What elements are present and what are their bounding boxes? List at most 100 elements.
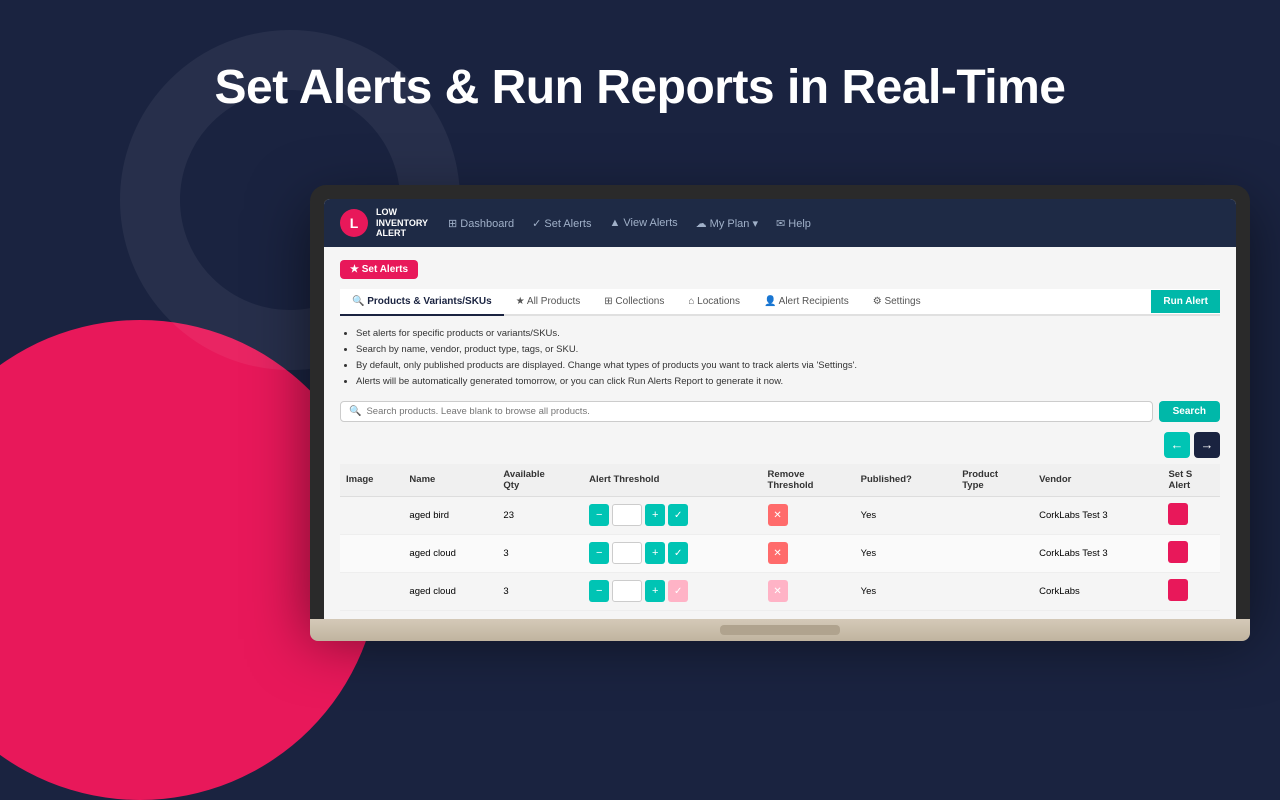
- cell-name: aged cloud: [403, 572, 497, 610]
- confirm-button[interactable]: ✓: [668, 504, 688, 526]
- search-row: 🔍 Search: [340, 401, 1220, 422]
- cell-qty: 3: [497, 534, 583, 572]
- nav-help[interactable]: ✉ Help: [776, 217, 811, 230]
- cell-vendor: CorkLabs Test 3: [1033, 534, 1162, 572]
- set-alert-button[interactable]: [1168, 541, 1188, 563]
- cell-threshold: − + ✓: [583, 534, 761, 572]
- remove-threshold-button[interactable]: ✕: [768, 504, 788, 526]
- cell-image: [340, 572, 403, 610]
- laptop-mockup: L LOW INVENTORY ALERT ⊞ Dashboard ✓ Set …: [310, 185, 1250, 720]
- tab-settings[interactable]: ⚙ Settings: [861, 289, 933, 316]
- set-alerts-badge: ★ Set Alerts: [340, 260, 418, 279]
- threshold-input[interactable]: [612, 504, 642, 526]
- pagination-row: ← →: [340, 432, 1220, 458]
- cell-product-type: [956, 496, 1033, 534]
- run-alerts-button[interactable]: Run Alert: [1151, 290, 1220, 313]
- nav-my-plan[interactable]: ☁ My Plan ▾: [696, 217, 758, 230]
- cell-image: [340, 496, 403, 534]
- cell-published: Yes: [855, 534, 957, 572]
- increment-button[interactable]: +: [645, 580, 665, 602]
- set-alert-button[interactable]: [1168, 503, 1188, 525]
- decrement-button[interactable]: −: [589, 504, 609, 526]
- col-published: Published?: [855, 464, 957, 497]
- col-remove-threshold: RemoveThreshold: [762, 464, 855, 497]
- app-logo: L LOW INVENTORY ALERT: [340, 207, 428, 239]
- col-set-alert: Set SAlert: [1162, 464, 1220, 497]
- search-input[interactable]: [366, 406, 1143, 417]
- cell-vendor: CorkLabs Test 3: [1033, 496, 1162, 534]
- threshold-input[interactable]: [612, 542, 642, 564]
- threshold-control: − + ✓: [589, 504, 755, 526]
- remove-threshold-button[interactable]: ✕: [768, 580, 788, 602]
- cell-product-type: [956, 534, 1033, 572]
- cell-set-alert: [1162, 534, 1220, 572]
- tab-alert-recipients[interactable]: 👤 Alert Recipients: [752, 289, 861, 316]
- decrement-button[interactable]: −: [589, 542, 609, 564]
- cell-published: Yes: [855, 572, 957, 610]
- decrement-button[interactable]: −: [589, 580, 609, 602]
- cell-name: aged cloud: [403, 534, 497, 572]
- info-bullet-4: Alerts will be automatically generated t…: [356, 374, 1220, 390]
- table-row: aged cloud 3 − + ✓: [340, 572, 1220, 610]
- app-content: ★ Set Alerts 🔍 Products & Variants/SKUs …: [324, 247, 1236, 619]
- cell-image: [340, 534, 403, 572]
- threshold-input[interactable]: [612, 580, 642, 602]
- info-bullet-2: Search by name, vendor, product type, ta…: [356, 342, 1220, 358]
- col-vendor: Vendor: [1033, 464, 1162, 497]
- nav-items: ⊞ Dashboard ✓ Set Alerts ▲ View Alerts ☁…: [448, 217, 1220, 230]
- cell-name: aged bird: [403, 496, 497, 534]
- col-product-type: ProductType: [956, 464, 1033, 497]
- table-row: aged bird 23 − + ✓: [340, 496, 1220, 534]
- confirm-button[interactable]: ✓: [668, 580, 688, 602]
- increment-button[interactable]: +: [645, 504, 665, 526]
- tab-collections[interactable]: ⊞ Collections: [592, 289, 676, 316]
- app-navbar: L LOW INVENTORY ALERT ⊞ Dashboard ✓ Set …: [324, 199, 1236, 247]
- threshold-control: − + ✓: [589, 542, 755, 564]
- table-row: aged cloud 3 − + ✓: [340, 534, 1220, 572]
- nav-set-alerts[interactable]: ✓ Set Alerts: [532, 217, 591, 230]
- cell-threshold: − + ✓: [583, 572, 761, 610]
- next-page-button[interactable]: →: [1194, 432, 1220, 458]
- prev-page-button[interactable]: ←: [1164, 432, 1190, 458]
- tab-locations[interactable]: ⌂ Locations: [676, 289, 752, 316]
- info-bullets: Set alerts for specific products or vari…: [340, 326, 1220, 391]
- logo-icon: L: [340, 209, 368, 237]
- info-bullet-1: Set alerts for specific products or vari…: [356, 326, 1220, 342]
- search-icon: 🔍: [349, 406, 361, 417]
- cell-published: Yes: [855, 496, 957, 534]
- cell-remove: ✕: [762, 572, 855, 610]
- col-available-qty: AvailableQty: [497, 464, 583, 497]
- col-name: Name: [403, 464, 497, 497]
- logo-text: LOW INVENTORY ALERT: [376, 207, 428, 239]
- laptop-screen: L LOW INVENTORY ALERT ⊞ Dashboard ✓ Set …: [324, 199, 1236, 619]
- remove-threshold-button[interactable]: ✕: [768, 542, 788, 564]
- cell-product-type: [956, 572, 1033, 610]
- cell-set-alert: [1162, 496, 1220, 534]
- products-table: Image Name AvailableQty Alert Threshold …: [340, 464, 1220, 611]
- set-alert-button[interactable]: [1168, 579, 1188, 601]
- cell-remove: ✕: [762, 534, 855, 572]
- laptop-base: [310, 619, 1250, 641]
- page-title: Set Alerts & Run Reports in Real-Time: [0, 60, 1280, 115]
- cell-qty: 23: [497, 496, 583, 534]
- search-button[interactable]: Search: [1159, 401, 1220, 422]
- tab-all-products[interactable]: ★ All Products: [504, 289, 593, 316]
- tabs-row: 🔍 Products & Variants/SKUs ★ All Product…: [340, 289, 1220, 316]
- cell-vendor: CorkLabs: [1033, 572, 1162, 610]
- nav-view-alerts[interactable]: ▲ View Alerts: [609, 217, 677, 229]
- increment-button[interactable]: +: [645, 542, 665, 564]
- tab-products-variants[interactable]: 🔍 Products & Variants/SKUs: [340, 289, 504, 316]
- cell-threshold: − + ✓: [583, 496, 761, 534]
- info-bullet-3: By default, only published products are …: [356, 358, 1220, 374]
- threshold-control: − + ✓: [589, 580, 755, 602]
- cell-qty: 3: [497, 572, 583, 610]
- cell-remove: ✕: [762, 496, 855, 534]
- col-image: Image: [340, 464, 403, 497]
- confirm-button[interactable]: ✓: [668, 542, 688, 564]
- laptop-bezel: L LOW INVENTORY ALERT ⊞ Dashboard ✓ Set …: [310, 185, 1250, 619]
- table-header-row: Image Name AvailableQty Alert Threshold …: [340, 464, 1220, 497]
- nav-dashboard[interactable]: ⊞ Dashboard: [448, 217, 514, 230]
- col-alert-threshold: Alert Threshold: [583, 464, 761, 497]
- search-input-wrapper: 🔍: [340, 401, 1153, 422]
- cell-set-alert: [1162, 572, 1220, 610]
